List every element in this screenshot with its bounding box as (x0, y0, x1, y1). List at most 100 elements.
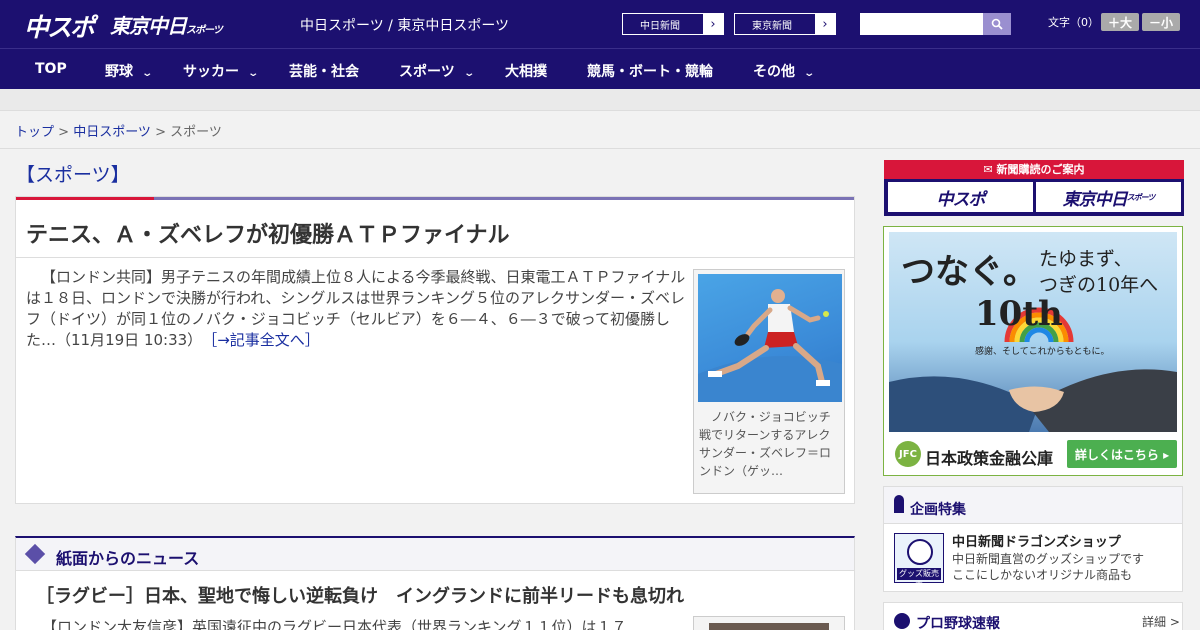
breadcrumb-link-top[interactable]: トップ (15, 125, 54, 140)
nav-label: 芸能・社会 (289, 64, 359, 80)
card-top-accent (16, 197, 154, 200)
shop-title[interactable]: 中日新聞ドラゴンズショップ (952, 531, 1121, 550)
search-icon (991, 18, 1003, 30)
chevron-down-icon: ⌄ (141, 68, 154, 79)
search-input[interactable] (860, 13, 983, 35)
breadcrumb-link-chunichi-sports[interactable]: 中日スポーツ (73, 125, 151, 140)
divider (16, 257, 854, 258)
ad-cta-button[interactable]: 詳しくはこちら ▸ (1067, 440, 1177, 468)
news-section-header: 紙面からのニュース (16, 538, 854, 571)
nav-label: 競馬・ボート・競輪 (587, 64, 713, 80)
chevron-down-icon: ⌄ (247, 68, 260, 79)
envelope-icon: ✉ (983, 163, 997, 176)
ad-footer: JFC 日本政策金融公庫 詳しくはこちら ▸ (889, 437, 1177, 473)
feature-title: 企画特集 (910, 502, 966, 518)
baseball-more-link[interactable]: 詳細 > (1142, 613, 1180, 630)
ad-tagline-1: たゆまず、 (1039, 248, 1133, 270)
subscribe-tokyo-small: スポーツ (1126, 192, 1156, 202)
nav-item-other[interactable]: その他 ⌄ (753, 61, 816, 81)
ad-org-name: 日本政策金融公庫 (925, 449, 1054, 468)
mascot-icon (907, 539, 933, 565)
ad-image: つなぐ。 たゆまず、 つぎの10年へ 10th 感謝、そしてこれからもともに。 (889, 232, 1177, 432)
nav-item-racing[interactable]: 競馬・ボート・競輪 (587, 61, 713, 81)
nav-item-entertainment[interactable]: 芸能・社会 (289, 61, 359, 81)
nav-item-top[interactable]: TOP (35, 61, 67, 77)
subscription-header: ✉ 新聞購読のご案内 (884, 160, 1184, 179)
baseball-icon (894, 613, 910, 629)
section-title: 【スポーツ】 (16, 164, 130, 186)
chevron-right-icon: › (703, 14, 723, 34)
subscribe-tokyo-button[interactable]: 東京中日 スポーツ (1036, 182, 1181, 212)
nav-label: スポーツ (399, 64, 455, 80)
font-bigger-button[interactable]: ＋大 (1101, 13, 1139, 31)
newspaper-icon (24, 543, 46, 565)
shop-logo-label: グッズ販売中 (897, 568, 941, 590)
news-thumbnail[interactable] (693, 616, 845, 630)
article-photo[interactable] (698, 274, 842, 402)
advertisement-banner[interactable]: つなぐ。 たゆまず、 つぎの10年へ 10th 感謝、そしてこれからもともに。 J… (883, 226, 1183, 476)
photo-caption: ノバク・ジョコビッチ戦でリターンするアレクサンダー・ズベレフ＝ロンドン（ゲッ… (699, 410, 832, 478)
breadcrumb-current: スポーツ (170, 125, 222, 140)
breadcrumb: トップ > 中日スポーツ > スポーツ (15, 121, 222, 140)
news-snippet: 【ロンドン大友信彦】英国遠征中のラグビー日本代表（世界ランキング１１位）は１７ (42, 618, 627, 630)
tokyo-logo-text: 東京中日 (110, 14, 187, 38)
feature-box: 企画特集 グッズ販売中 中日新聞ドラゴンズショップ 中日新聞直営のグッズショップ… (883, 486, 1183, 592)
font-size-label: 文字（0） (1048, 16, 1099, 29)
ad-band (0, 89, 1200, 111)
ad-headline: つなぐ。 (901, 252, 1037, 292)
main-nav: TOP 野球 ⌄ サッカー ⌄ 芸能・社会 スポーツ ⌄ 大相撲 競馬・ボート・競輪 … (0, 48, 1200, 89)
subscription-title: 新聞購読のご案内 (996, 163, 1085, 176)
shop-desc-line: ここにしかないオリジナル商品も (952, 568, 1133, 582)
nav-item-soccer[interactable]: サッカー ⌄ (183, 61, 260, 81)
breadcrumb-separator: > (54, 125, 74, 140)
feature-header: 企画特集 (884, 487, 1182, 524)
dragons-shop-logo[interactable]: グッズ販売中 (894, 533, 944, 590)
divider (0, 148, 1200, 149)
tokyo-logo-small: スポーツ (186, 25, 223, 36)
tokyo-shimbun-button[interactable]: 東京新聞 › (734, 13, 836, 35)
baseball-title: プロ野球速報 (916, 616, 1000, 630)
baseball-scores-box: プロ野球速報 詳細 > (883, 602, 1183, 630)
nav-item-baseball[interactable]: 野球 ⌄ (105, 61, 154, 81)
site-title: 中日スポーツ / 東京中日スポーツ (300, 18, 510, 34)
breadcrumb-separator: > (150, 125, 171, 140)
shop-description: 中日新聞直営のグッズショップです ここにしかないオリジナル商品も (952, 551, 1144, 583)
nav-label: TOP (35, 61, 67, 77)
site-header: 中スポ 東京中日スポーツ 中日スポーツ / 東京中日スポーツ 中日新聞 › 東京… (0, 0, 1200, 48)
chuspo-logo[interactable]: 中スポ (24, 8, 95, 44)
read-more-link[interactable]: ［→記事全文へ］ (210, 331, 320, 349)
nav-label: その他 (753, 64, 795, 80)
main-article-card: テニス、Ａ・ズベレフが初優勝ＡＴＰファイナル 【ロンドン共同】男子テニスの年間成… (15, 196, 855, 504)
search-button[interactable] (983, 13, 1011, 35)
nav-item-sumo[interactable]: 大相撲 (505, 61, 547, 81)
chevron-right-icon: › (815, 14, 835, 34)
ad-anniversary-sub: 感謝、そしてこれからもともに。 (975, 347, 1110, 357)
nav-label: サッカー (183, 64, 239, 80)
article-body: 【ロンドン共同】男子テニスの年間成績上位８人による今季最終戦、日東電工ＡＴＰファ… (26, 267, 686, 351)
chevron-down-icon: ⌄ (463, 68, 475, 79)
font-smaller-button[interactable]: －小 (1142, 13, 1180, 31)
thumbnail-image (709, 623, 829, 630)
tennis-player-image (698, 289, 842, 402)
article-photo-box[interactable]: ノバク・ジョコビッチ戦でリターンするアレクサンダー・ズベレフ＝ロンドン（ゲッ… (693, 269, 845, 494)
jfc-logo: JFC (895, 441, 921, 467)
subscribe-tokyo-label: 東京中日 (1062, 189, 1128, 210)
nav-label: 野球 (105, 64, 133, 80)
chevron-down-icon: ⌄ (803, 68, 816, 79)
chunichi-shimbun-button[interactable]: 中日新聞 › (622, 13, 724, 35)
nav-item-sports[interactable]: スポーツ ⌄ (399, 61, 475, 81)
subscribe-chuspo-button[interactable]: 中スポ (888, 182, 1033, 212)
ribbon-icon (894, 495, 904, 513)
ad-tagline: たゆまず、 つぎの10年へ (1039, 246, 1158, 298)
news-section-card: 紙面からのニュース ［ラグビー］日本、聖地で悔しい逆転負け イングランドに前半リ… (15, 536, 855, 630)
news-headline[interactable]: ［ラグビー］日本、聖地で悔しい逆転負け イングランドに前半リードも息切れ (36, 582, 684, 608)
paper-button-label: 東京新聞 (752, 20, 792, 32)
tokyo-chunichi-logo[interactable]: 東京中日スポーツ (110, 10, 223, 39)
shop-desc-line: 中日新聞直営のグッズショップです (952, 552, 1145, 566)
article-headline[interactable]: テニス、Ａ・ズベレフが初優勝ＡＴＰファイナル (26, 217, 510, 249)
ad-anniversary: 10th (975, 294, 1063, 334)
article-body-text: 【ロンドン共同】男子テニスの年間成績上位８人による今季最終戦、日東電工ＡＴＰファ… (26, 268, 686, 349)
news-section-title: 紙面からのニュース (56, 549, 200, 568)
subscription-box: ✉ 新聞購読のご案内 中スポ 東京中日 スポーツ (884, 160, 1184, 216)
nav-label: 大相撲 (505, 64, 547, 80)
